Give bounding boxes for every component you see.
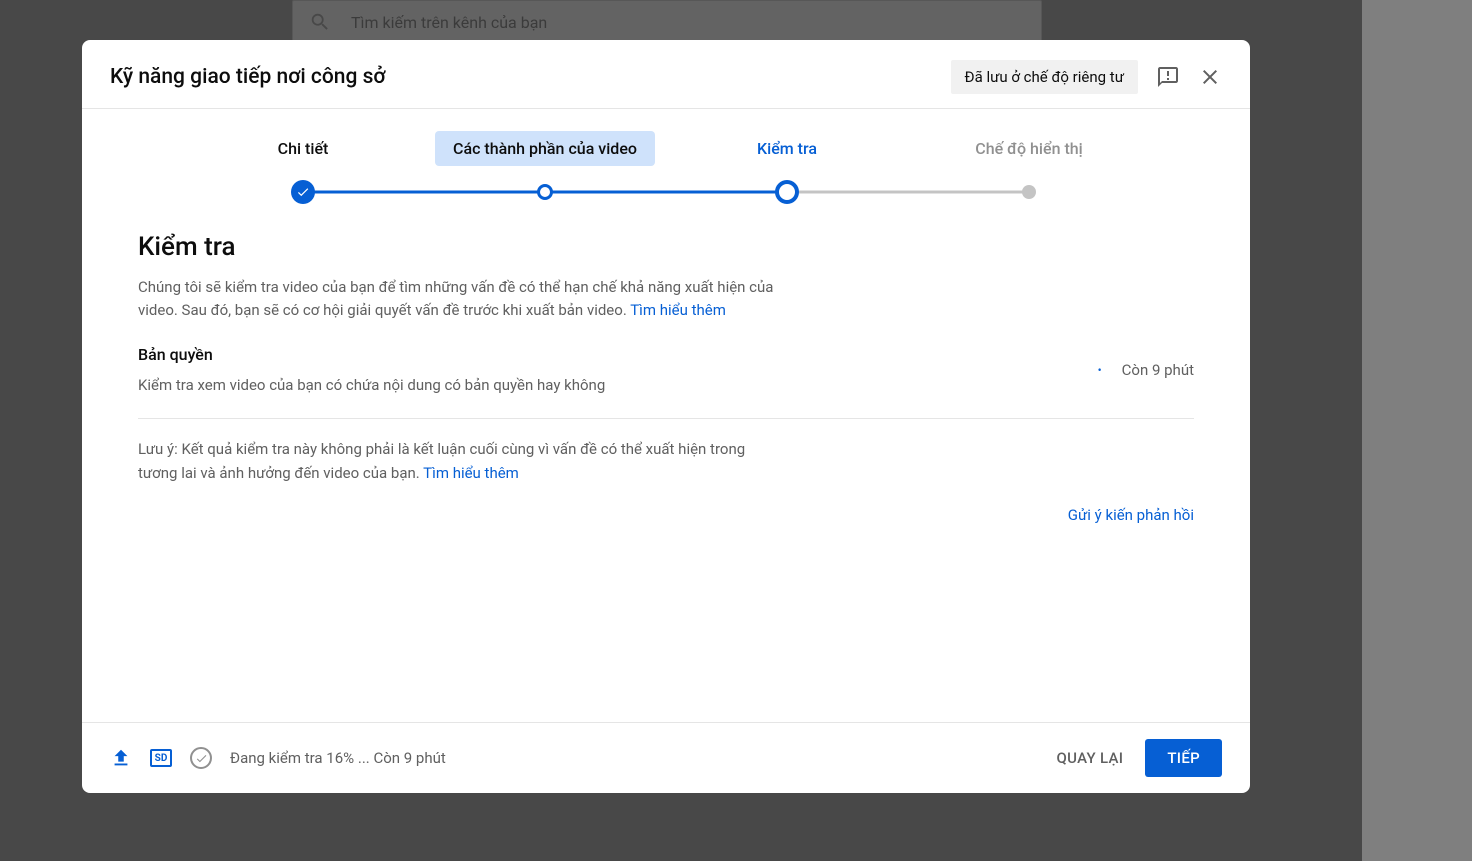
copyright-title: Bản quyền bbox=[138, 345, 605, 364]
step-visibility: Chế độ hiển thị bbox=[908, 131, 1150, 180]
footer-status-text: Đang kiểm tra 16% ... Còn 9 phút bbox=[230, 749, 446, 767]
step-circle-disabled bbox=[1022, 185, 1036, 199]
spinner-icon: • bbox=[1098, 363, 1102, 377]
dialog-title: Kỹ năng giao tiếp nơi công sở bbox=[110, 65, 386, 89]
footer-actions: QUAY LẠI TIẾP bbox=[1057, 739, 1222, 777]
divider bbox=[138, 418, 1194, 419]
step-circle-small bbox=[537, 184, 553, 200]
check-icon bbox=[195, 752, 208, 765]
copyright-row: Bản quyền Kiểm tra xem video của bạn có … bbox=[138, 345, 1194, 394]
note-learn-more-link[interactable]: Tìm hiểu thêm bbox=[423, 464, 519, 482]
saved-status-badge: Đã lưu ở chế độ riêng tư bbox=[951, 60, 1139, 94]
feedback-icon-button[interactable] bbox=[1156, 65, 1180, 89]
checks-heading: Kiểm tra bbox=[138, 232, 1194, 262]
dialog-footer: SD Đang kiểm tra 16% ... Còn 9 phút QUAY… bbox=[82, 722, 1250, 793]
back-button[interactable]: QUAY LẠI bbox=[1057, 749, 1124, 767]
results-note: Lưu ý: Kết quả kiểm tra này không phải l… bbox=[138, 437, 758, 485]
close-button[interactable] bbox=[1198, 65, 1222, 89]
time-remaining-text: Còn 9 phút bbox=[1122, 361, 1194, 379]
checks-description: Chúng tôi sẽ kiểm tra video của bạn để t… bbox=[138, 276, 788, 323]
feedback-icon bbox=[1156, 65, 1180, 89]
sd-badge: SD bbox=[150, 749, 172, 767]
check-status-icon bbox=[190, 747, 212, 769]
copyright-description: Kiểm tra xem video của bạn có chứa nội d… bbox=[138, 376, 605, 394]
footer-status-group: SD Đang kiểm tra 16% ... Còn 9 phút bbox=[110, 747, 446, 769]
step-circle-done bbox=[291, 180, 315, 204]
check-icon bbox=[296, 185, 310, 199]
upload-dialog: Kỹ năng giao tiếp nơi công sở Đã lưu ở c… bbox=[82, 40, 1250, 793]
dialog-header: Kỹ năng giao tiếp nơi công sở Đã lưu ở c… bbox=[82, 40, 1250, 109]
close-icon bbox=[1198, 65, 1222, 89]
dialog-content: Kiểm tra Chúng tôi sẽ kiểm tra video của… bbox=[82, 212, 1250, 722]
step-label: Chế độ hiển thị bbox=[957, 131, 1101, 166]
step-line-inactive bbox=[787, 191, 1029, 194]
stepper: Chi tiết Các thành phần của video Kiểm t… bbox=[82, 109, 1250, 212]
step-label: Chi tiết bbox=[260, 131, 347, 166]
step-details[interactable]: Chi tiết bbox=[182, 131, 424, 180]
step-checks[interactable]: Kiểm tra bbox=[666, 131, 908, 180]
send-feedback-row: Gửi ý kiến phản hồi bbox=[138, 505, 1194, 524]
learn-more-link[interactable]: Tìm hiểu thêm bbox=[630, 301, 726, 319]
step-circle-current bbox=[775, 180, 799, 204]
send-feedback-link[interactable]: Gửi ý kiến phản hồi bbox=[1068, 506, 1194, 524]
step-video-elements[interactable]: Các thành phần của video bbox=[424, 131, 666, 180]
time-remaining: • Còn 9 phút bbox=[1098, 345, 1194, 379]
step-label: Kiểm tra bbox=[739, 131, 835, 166]
step-label: Các thành phần của video bbox=[435, 131, 655, 166]
header-controls: Đã lưu ở chế độ riêng tư bbox=[951, 60, 1223, 94]
upload-icon bbox=[110, 747, 132, 769]
next-button[interactable]: TIẾP bbox=[1145, 739, 1222, 777]
